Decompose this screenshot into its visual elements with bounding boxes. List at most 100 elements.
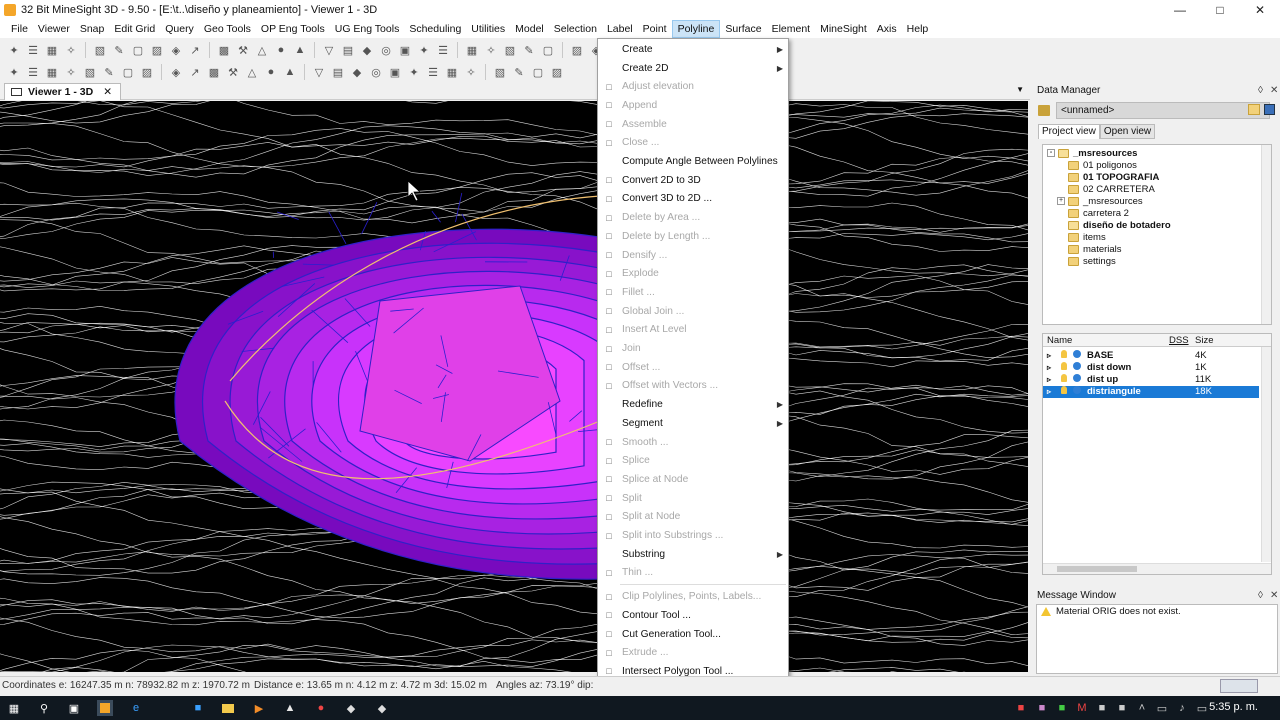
toolbar-tool-icon[interactable]: △ (254, 42, 270, 58)
visibility-bulb-icon[interactable] (1061, 386, 1067, 394)
toolbar-tool-icon[interactable]: ☰ (425, 64, 441, 80)
media-player-icon[interactable]: ▶ (251, 700, 267, 716)
toolbar-tool-icon[interactable]: ✎ (111, 42, 127, 58)
app-icon[interactable]: ◆ (343, 700, 359, 716)
chevron-up-icon[interactable]: ˄ (1134, 700, 1150, 716)
toolbar-tool-icon[interactable]: ▦ (44, 42, 60, 58)
toolbar-tool-icon[interactable]: ✦ (6, 42, 22, 58)
file-row[interactable]: ▹ dist down 1K (1043, 362, 1259, 374)
toolbar-tool-icon[interactable]: ☰ (25, 42, 41, 58)
menu-item-global-join[interactable]: □ Global Join ... (598, 302, 788, 321)
tree-item[interactable]: settings (1057, 255, 1116, 267)
toolbar-tool-icon[interactable]: ◆ (359, 42, 375, 58)
menu-help[interactable]: Help (902, 20, 934, 38)
tree-item[interactable]: 02 CARRETERA (1057, 183, 1155, 195)
toolbar-tool-icon[interactable]: ▩ (216, 42, 232, 58)
menu-item-join[interactable]: □ Join (598, 339, 788, 358)
tray-icon[interactable]: ■ (1114, 700, 1130, 716)
menu-file[interactable]: File (6, 20, 33, 38)
toolbar-tool-icon[interactable]: ◈ (168, 42, 184, 58)
viewer-3d-viewport[interactable] (0, 101, 1028, 672)
pin-icon[interactable]: ◊ (1258, 84, 1263, 98)
toolbar-tool-icon[interactable]: ▧ (502, 42, 518, 58)
file-row[interactable]: ▹ dist up 11K (1043, 374, 1259, 386)
toolbar-tool-icon[interactable]: ▨ (149, 42, 165, 58)
toolbar-tool-icon[interactable]: ▲ (292, 42, 308, 58)
tree-scrollbar[interactable] (1261, 145, 1271, 324)
toolbar-tool-icon[interactable]: ↗ (187, 64, 203, 80)
tray-icon[interactable]: ■ (1054, 700, 1070, 716)
toolbar-tool-icon[interactable]: ● (273, 42, 289, 58)
toolbar-tool-icon[interactable]: ✧ (483, 42, 499, 58)
tree-item[interactable]: carretera 2 (1057, 207, 1129, 219)
menu-item-smooth[interactable]: □ Smooth ... (598, 433, 788, 452)
toolbar-tool-icon[interactable]: ✧ (63, 64, 79, 80)
menu-viewer[interactable]: Viewer (33, 20, 75, 38)
menu-item-adjust-elevation[interactable]: □ Adjust elevation (598, 77, 788, 96)
menu-item-extrude[interactable]: □ Extrude ... (598, 643, 788, 662)
menu-edit-grid[interactable]: Edit Grid (109, 20, 160, 38)
close-tab-icon[interactable]: ✕ (103, 86, 112, 98)
expand-icon[interactable]: + (1057, 197, 1065, 205)
menu-item-cut-generation-tool[interactable]: □ Cut Generation Tool... (598, 625, 788, 644)
toolbar-tool-icon[interactable]: ✦ (416, 42, 432, 58)
app-icon[interactable]: ◆ (374, 700, 390, 716)
toolbar-tool-icon[interactable]: ↗ (187, 42, 203, 58)
tray-pdf-icon[interactable]: ■ (1013, 700, 1029, 716)
tab-project-view[interactable]: Project view (1038, 124, 1100, 139)
toolbar-tool-icon[interactable]: ▢ (120, 64, 136, 80)
toolbar-tool-icon[interactable]: ▦ (444, 64, 460, 80)
close-panel-icon[interactable]: ✕ (1270, 84, 1278, 98)
tab-dropdown-icon[interactable]: ▼ (1016, 85, 1024, 94)
close-window-button[interactable]: ✕ (1240, 0, 1280, 20)
store-icon[interactable]: ■ (190, 700, 206, 716)
cursor-icon[interactable]: ▹ (1047, 374, 1051, 386)
menu-minesight[interactable]: MineSight (815, 20, 872, 38)
toolbar-tool-icon[interactable]: ▧ (492, 64, 508, 80)
menu-item-insert-at-level[interactable]: □ Insert At Level (598, 321, 788, 340)
toolbar-tool-icon[interactable]: ✎ (511, 64, 527, 80)
toolbar-tool-icon[interactable]: ✧ (463, 64, 479, 80)
column-size[interactable]: Size (1195, 335, 1213, 346)
cursor-icon[interactable]: ▹ (1047, 386, 1051, 398)
toolbar-tool-icon[interactable]: ▧ (82, 64, 98, 80)
app-icon[interactable]: ▲ (282, 700, 298, 716)
tree-item[interactable]: diseño de botadero (1057, 219, 1171, 231)
toolbar-tool-icon[interactable]: ✧ (63, 42, 79, 58)
menu-item-delete-by-length[interactable]: □ Delete by Length ... (598, 227, 788, 246)
menu-item-offset[interactable]: □ Offset ... (598, 358, 788, 377)
menu-snap[interactable]: Snap (75, 20, 110, 38)
notifications-icon[interactable]: ▭ (1194, 700, 1210, 716)
tray-gmail-icon[interactable]: M (1074, 700, 1090, 716)
toolbar-tool-icon[interactable]: ▤ (330, 64, 346, 80)
menu-item-splice[interactable]: □ Splice (598, 451, 788, 470)
menu-geo-tools[interactable]: Geo Tools (199, 20, 256, 38)
menu-item-segment[interactable]: Segment ▶ (598, 414, 788, 433)
toolbar-tool-icon[interactable]: ▣ (397, 42, 413, 58)
save-icon[interactable] (1264, 104, 1275, 115)
chrome-icon[interactable]: ● (313, 700, 329, 716)
menu-op-eng-tools[interactable]: OP Eng Tools (256, 20, 330, 38)
open-folder-icon[interactable] (1248, 104, 1260, 115)
toolbar-tool-icon[interactable]: ◎ (378, 42, 394, 58)
toolbar-tool-icon[interactable]: ▽ (311, 64, 327, 80)
menu-surface[interactable]: Surface (720, 20, 766, 38)
toolbar-tool-icon[interactable]: ● (263, 64, 279, 80)
toolbar-tool-icon[interactable]: ▣ (387, 64, 403, 80)
cursor-icon[interactable]: ▹ (1047, 350, 1051, 362)
file-row[interactable]: ▹ BASE 4K (1043, 350, 1259, 362)
toolbar-tool-icon[interactable]: ✦ (6, 64, 22, 80)
menu-point[interactable]: Point (638, 20, 672, 38)
menu-scheduling[interactable]: Scheduling (404, 20, 466, 38)
menu-label[interactable]: Label (602, 20, 638, 38)
toolbar-tool-icon[interactable]: ▩ (206, 64, 222, 80)
menu-query[interactable]: Query (160, 20, 199, 38)
menu-item-compute-angle-between-polylines[interactable]: Compute Angle Between Polylines (598, 152, 788, 171)
menu-ug-eng-tools[interactable]: UG Eng Tools (330, 20, 405, 38)
menu-item-close[interactable]: □ Close ... (598, 134, 788, 153)
project-name-field[interactable]: <unnamed> (1056, 102, 1270, 119)
file-list-scrollbar[interactable] (1261, 347, 1271, 562)
menu-item-append[interactable]: □ Append (598, 96, 788, 115)
tree-item[interactable]: + _msresources (1057, 195, 1143, 207)
volume-icon[interactable]: ♪ (1174, 700, 1190, 716)
